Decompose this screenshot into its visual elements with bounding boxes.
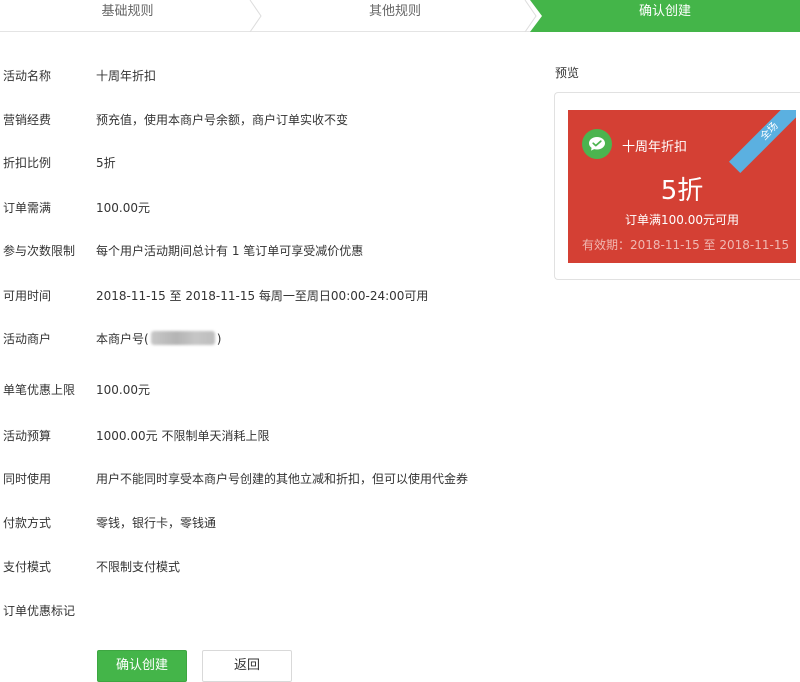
preview-heading: 预览 (555, 66, 580, 80)
step-basic-rules: 基础规则 (101, 4, 154, 19)
detail-label: 同时使用 (3, 472, 52, 486)
detail-value: 十周年折扣 (96, 69, 157, 83)
merchant-prefix: 本商户号( (96, 332, 149, 346)
detail-label: 折扣比例 (3, 156, 52, 170)
detail-label: 可用时间 (3, 289, 52, 303)
confirm-create-button[interactable]: 确认创建 (97, 650, 187, 682)
coupon-preview-card: 全场 十周年折扣 5折 订单满100.00元可用 有效期：2018-11-15 … (568, 110, 796, 263)
coupon-condition: 订单满100.00元可用 (625, 213, 739, 227)
detail-value: 预充值，使用本商户号余额，商户订单实收不变 (96, 113, 349, 127)
back-button[interactable]: 返回 (202, 650, 292, 682)
scope-ribbon: 全场 (728, 110, 796, 174)
merchant-suffix: ) (216, 332, 222, 346)
step-progress-bar: 基础规则 其他规则 确认创建 (0, 0, 800, 32)
detail-value: 100.00元 (96, 201, 150, 215)
detail-value: 2018-11-15 至 2018-11-15 每周一至周日00:00-24:0… (96, 289, 429, 303)
chat-bubble-icon (589, 137, 605, 151)
detail-value: 每个用户活动期间总计有 1 笔订单可享受减价优惠 (96, 244, 364, 258)
wechat-pay-logo-icon (582, 129, 612, 159)
detail-label: 支付模式 (3, 560, 52, 574)
detail-label: 活动商户 (3, 332, 52, 346)
detail-value: 不限制支付模式 (96, 560, 181, 574)
detail-value: 本商户号() (96, 331, 221, 347)
detail-value: 用户不能同时享受本商户号创建的其他立减和折扣，但可以使用代金券 (96, 472, 469, 486)
detail-label: 付款方式 (3, 516, 52, 530)
detail-value: 5折 (96, 156, 116, 170)
detail-label: 活动名称 (3, 69, 52, 83)
detail-label: 活动预算 (3, 429, 52, 443)
step-other-rules: 其他规则 (368, 4, 421, 19)
coupon-discount: 5折 (660, 176, 704, 206)
detail-label: 参与次数限制 (3, 244, 76, 258)
detail-value: 零钱，银行卡，零钱通 (96, 516, 217, 530)
coupon-name: 十周年折扣 (622, 140, 688, 155)
detail-label: 营销经费 (3, 113, 52, 127)
step-confirm-create: 确认创建 (530, 0, 800, 32)
redacted-merchant-id (150, 331, 215, 345)
coupon-validity: 有效期：2018-11-15 至 2018-11-15 (582, 238, 790, 252)
detail-value: 100.00元 (96, 383, 150, 397)
detail-label: 单笔优惠上限 (3, 383, 76, 397)
detail-value: 1000.00元 不限制单天消耗上限 (96, 429, 270, 443)
detail-label: 订单优惠标记 (3, 604, 76, 618)
detail-label: 订单需满 (3, 201, 52, 215)
